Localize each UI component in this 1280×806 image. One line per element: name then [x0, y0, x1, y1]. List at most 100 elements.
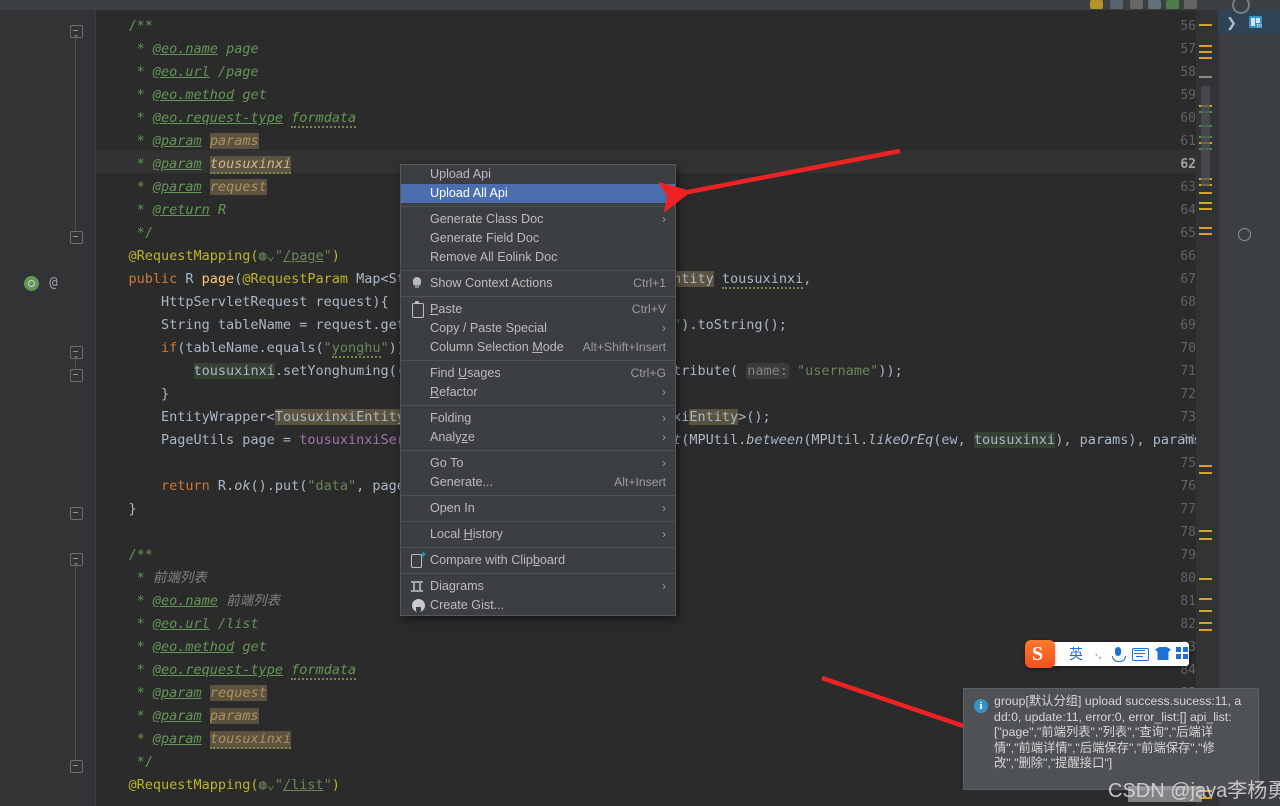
- stripe-warning-mark[interactable]: [1199, 465, 1212, 467]
- menu-item-label: Local History: [430, 527, 503, 541]
- code-line: * @eo.request-type formdata: [96, 662, 357, 680]
- toolbar-icon[interactable]: [1148, 0, 1161, 9]
- stripe-warning-mark[interactable]: [1199, 538, 1212, 540]
- menu-item-folding[interactable]: Folding ›: [401, 409, 675, 428]
- ime-mode-button[interactable]: 英: [1067, 644, 1085, 664]
- menu-separator: [401, 573, 675, 574]
- code-line: * @eo.name 前端列表: [96, 593, 281, 609]
- chevron-right-icon: ›: [662, 501, 666, 515]
- code-line: * @param params: [96, 133, 259, 149]
- menu-item-label: Remove All Eolink Doc: [430, 250, 558, 264]
- code-line: /**: [96, 547, 153, 563]
- fold-region-line: [75, 565, 76, 760]
- sidebar-tab-bean-validation[interactable]: Bean Validation: [1236, 246, 1280, 322]
- ime-punctuation-button[interactable]: ·,: [1089, 644, 1107, 664]
- chevron-right-icon: ›: [662, 411, 666, 425]
- code-line: * @eo.method get: [96, 639, 267, 655]
- menu-item-show-context-actions[interactable]: Show Context Actions Ctrl+1: [401, 274, 675, 293]
- menu-separator: [401, 450, 675, 451]
- menu-item-shortcut: Ctrl+V: [631, 302, 666, 316]
- toolbar-icon[interactable]: [1110, 0, 1123, 9]
- fold-marker[interactable]: [70, 553, 83, 567]
- menu-item-open-in[interactable]: Open In ›: [401, 499, 675, 518]
- menu-item-label: Upload Api: [430, 167, 491, 181]
- info-icon: [974, 699, 988, 714]
- chevron-right-icon[interactable]: ❯: [1226, 15, 1237, 31]
- code-line: * @param tousuxinxi: [96, 731, 292, 749]
- menu-item-refactor[interactable]: Refactor ›: [401, 383, 675, 402]
- github-icon: [412, 599, 425, 612]
- spring-bean-icon[interactable]: [24, 276, 39, 291]
- stripe-warning-mark[interactable]: [1199, 472, 1212, 474]
- editor-context-menu[interactable]: Upload Api Upload All Api Generate Class D…: [400, 164, 676, 616]
- chevron-right-icon: ›: [662, 430, 666, 444]
- menu-item-find-usages[interactable]: Find Usages Ctrl+G: [401, 364, 675, 383]
- menu-item-go-to[interactable]: Go To ›: [401, 454, 675, 473]
- code-line: }: [96, 501, 137, 517]
- database-icon: m: [1249, 16, 1262, 29]
- menu-separator: [401, 547, 675, 548]
- code-line: * @eo.url /page: [96, 64, 259, 80]
- fold-marker[interactable]: [70, 25, 83, 39]
- stripe-warning-mark[interactable]: [1199, 530, 1212, 532]
- code-line: * @param tousuxinxi: [96, 156, 292, 174]
- annotation-gutter-icon[interactable]: @: [46, 276, 61, 291]
- watermark-text: CSDN @java李杨勇: [1108, 780, 1280, 802]
- stripe-warning-mark[interactable]: [1199, 578, 1212, 580]
- sogou-logo-icon[interactable]: S: [1025, 640, 1055, 668]
- menu-item-label: Compare with Clipboard: [430, 553, 566, 567]
- fold-marker[interactable]: [70, 369, 83, 382]
- svg-text:m: m: [1256, 22, 1262, 29]
- menu-item-create-gist[interactable]: Create Gist...: [401, 596, 675, 615]
- menu-item-compare-with-clipboard[interactable]: Compare with Clipboard: [401, 551, 675, 570]
- right-tool-sidebar: Database Bean Validation: [1218, 10, 1280, 806]
- toolbar-icon[interactable]: [1130, 0, 1143, 9]
- menu-separator: [401, 270, 675, 271]
- menu-item-analyze[interactable]: Analyze ›: [401, 428, 675, 447]
- menu-item-generate[interactable]: Generate... Alt+Insert: [401, 473, 675, 492]
- chevron-right-icon: ›: [662, 385, 666, 399]
- menu-item-label: Analyze: [430, 430, 475, 444]
- code-line: }: [96, 386, 170, 402]
- toolbar-icon[interactable]: [1184, 0, 1197, 9]
- menu-item-remove-all-eolink-doc[interactable]: Remove All Eolink Doc: [401, 248, 675, 267]
- code-line: */: [96, 225, 153, 241]
- error-stripe-extra: [1196, 10, 1218, 806]
- fold-marker[interactable]: [70, 231, 83, 244]
- code-line: @RequestMapping(◍⌄"/page"): [96, 248, 340, 264]
- toolbar-icon[interactable]: [1090, 0, 1103, 9]
- ime-toolbar[interactable]: S 英 ·,: [1025, 640, 1190, 668]
- menu-item-paste[interactable]: Paste Ctrl+V: [401, 300, 675, 319]
- menu-item-label: Paste: [430, 302, 463, 316]
- toolbar-icon[interactable]: [1166, 0, 1179, 9]
- toolbar-strip: [0, 0, 1280, 10]
- menu-item-generate-field-doc[interactable]: Generate Field Doc: [401, 229, 675, 248]
- menu-item-column-selection-mode[interactable]: Column Selection Mode Alt+Shift+Insert: [401, 338, 675, 357]
- menu-item-upload-all-api[interactable]: Upload All Api: [401, 184, 675, 203]
- menu-separator: [401, 521, 675, 522]
- fold-region-line: [75, 37, 76, 231]
- sidebar-tab-database[interactable]: Database: [1236, 102, 1280, 149]
- code-line: * @param request: [96, 685, 267, 701]
- diagram-icon: [411, 581, 423, 592]
- code-line: if(tableName.equals("yonghu")) {: [96, 340, 421, 358]
- menu-item-generate-class-doc[interactable]: Generate Class Doc ›: [401, 210, 675, 229]
- ide-screenshot: 56 57 58 59 60 61 62 63 64 65 66 67 68 69 70 71 72 73 74 75…: [0, 0, 1280, 806]
- menu-separator: [401, 360, 675, 361]
- apps-icon[interactable]: [1176, 647, 1190, 660]
- fold-marker[interactable]: [70, 507, 83, 520]
- editor-gutter[interactable]: [0, 10, 96, 806]
- menu-separator: [401, 495, 675, 496]
- menu-item-copy-paste-special[interactable]: Copy / Paste Special ›: [401, 319, 675, 338]
- keyboard-icon[interactable]: [1132, 648, 1149, 661]
- microphone-icon[interactable]: [1112, 647, 1126, 662]
- skin-icon[interactable]: [1155, 647, 1171, 660]
- menu-item-local-history[interactable]: Local History ›: [401, 525, 675, 544]
- menu-item-upload-api[interactable]: Upload Api: [401, 165, 675, 184]
- menu-item-label: Column Selection Mode: [430, 340, 564, 354]
- menu-item-diagrams[interactable]: Diagrams ›: [401, 577, 675, 596]
- fold-marker[interactable]: [70, 760, 83, 773]
- menu-separator: [401, 405, 675, 406]
- menu-item-shortcut: Ctrl+1: [633, 276, 666, 290]
- fold-marker[interactable]: [70, 346, 83, 360]
